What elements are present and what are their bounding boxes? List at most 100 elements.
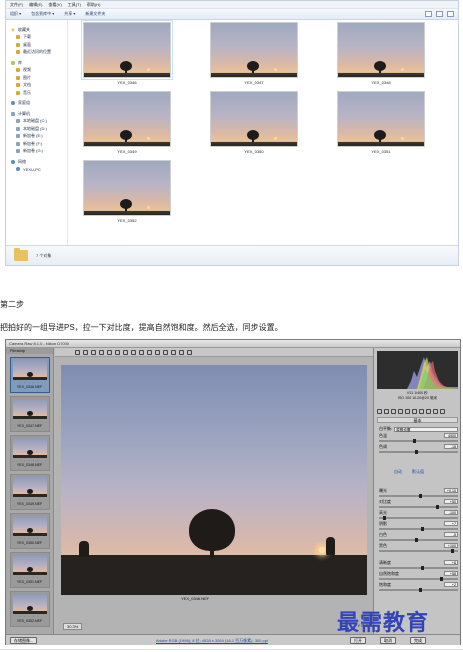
menu-item[interactable]: 文件(F) [10, 2, 23, 8]
camera-calibration-tab-icon[interactable] [426, 409, 431, 414]
hand-tool-icon[interactable] [83, 349, 88, 355]
nav-item[interactable]: 桌面 [6, 41, 67, 49]
toolbar-button[interactable]: 共享 ▾ [64, 11, 75, 17]
rotate-right-icon[interactable] [187, 349, 192, 355]
file-thumbnail[interactable]: YEX_0348 [325, 22, 437, 85]
filmstrip-item[interactable]: · · · · · YEX_0349.NEF [9, 474, 50, 510]
slider-value[interactable]: +8 [444, 560, 458, 565]
adjustment-slider[interactable]: 饱和度 +2 [379, 582, 458, 593]
slider-track[interactable] [379, 550, 458, 552]
slider-track[interactable] [379, 517, 458, 519]
slider-knob[interactable] [418, 494, 422, 498]
straighten-tool-icon[interactable] [123, 349, 128, 355]
slider-value[interactable]: +0.10 [444, 488, 458, 493]
slider-knob[interactable] [420, 527, 424, 531]
nav-item[interactable]: 图片 [6, 74, 67, 82]
nav-item[interactable]: YEXU-PC [6, 166, 67, 174]
slider-value[interactable]: +2 [444, 582, 458, 587]
effects-tab-icon[interactable] [419, 409, 424, 414]
nav-item[interactable]: 计算机 [6, 110, 67, 118]
filmstrip-item[interactable]: · · · · · YEX_0346.NEF [9, 357, 50, 393]
slider-knob[interactable] [451, 549, 455, 553]
preferences-icon[interactable] [171, 349, 176, 355]
slider-value[interactable]: -5 [444, 532, 458, 537]
toolbar-button[interactable]: 组织 ▾ [10, 11, 21, 17]
nav-item[interactable]: 本地磁盘 (C:) [6, 118, 67, 126]
slider-value[interactable]: -18 [444, 444, 458, 449]
workflow-options-link[interactable]: Adobe RGB (1998); 8 位; 4928 x 3264 (16.1… [156, 638, 268, 644]
graduated-filter-icon[interactable] [155, 349, 160, 355]
slider-value[interactable]: +58 [444, 571, 458, 576]
nav-item[interactable]: 网络 [6, 158, 67, 166]
adjustment-slider[interactable]: 高光 -100 [379, 510, 458, 521]
target-adjust-icon[interactable] [107, 349, 112, 355]
adjustment-slider[interactable]: 曝光 +0.10 [379, 488, 458, 499]
nav-item[interactable]: 文档 [6, 82, 67, 90]
adjustment-brush-icon[interactable] [147, 349, 152, 355]
slider-knob[interactable] [436, 505, 439, 509]
filmstrip-item[interactable]: · · · · · YEX_0348.NEF [9, 435, 50, 471]
presets-tab-icon[interactable] [433, 409, 438, 414]
nav-item[interactable]: 视频 [6, 67, 67, 75]
slider-knob[interactable] [382, 516, 386, 520]
slider-value[interactable]: -100 [444, 510, 458, 515]
slider-knob[interactable] [420, 566, 424, 570]
nav-item[interactable]: 新加卷 (E:) [6, 133, 67, 141]
lens-tab-icon[interactable] [412, 409, 417, 414]
slider-track[interactable] [379, 440, 458, 442]
file-thumbnail[interactable]: YEX_0347 [198, 22, 310, 85]
crop-tool-icon[interactable] [115, 349, 120, 355]
toolbar-button[interactable]: 包含到库中 ▾ [31, 11, 54, 17]
file-thumbnail[interactable]: YEX_0346 [71, 20, 183, 85]
slider-knob[interactable] [413, 439, 417, 443]
view-options-icon[interactable] [425, 11, 432, 17]
white-balance-select[interactable]: 原照设置 [394, 426, 458, 432]
hsl-tab-icon[interactable] [398, 409, 403, 414]
help-icon[interactable] [447, 11, 454, 17]
color-sampler-icon[interactable] [99, 349, 104, 355]
slider-knob[interactable] [415, 450, 419, 454]
nav-item[interactable]: 新加卷 (F:) [6, 140, 67, 148]
filmstrip-item[interactable]: · · · · · YEX_0350.NEF [9, 513, 50, 549]
slider-knob[interactable] [418, 588, 422, 592]
adjustment-slider[interactable]: 色温 4900 [379, 433, 458, 444]
slider-track[interactable] [379, 451, 458, 453]
filmstrip-label[interactable]: Filmstrip [6, 348, 53, 354]
adjustment-slider[interactable]: 黑色 +100 [379, 543, 458, 554]
preview-pane-icon[interactable] [436, 11, 443, 17]
slider-track[interactable] [379, 539, 458, 541]
open-button[interactable]: 打开 [350, 637, 366, 644]
file-thumbnail[interactable]: YEX_0351 [325, 91, 437, 154]
auto-link[interactable]: 自动 [394, 469, 402, 475]
nav-item[interactable]: 收藏夹 [6, 26, 67, 34]
file-thumbnail[interactable]: YEX_0350 [198, 91, 310, 154]
cancel-button[interactable]: 取消 [380, 637, 396, 644]
zoom-tool-icon[interactable] [75, 349, 80, 355]
detail-tab-icon[interactable] [391, 409, 396, 414]
filmstrip-item[interactable]: · · · · · YEX_0352.NEF [9, 591, 50, 627]
adjustment-slider[interactable]: 自然饱和度 +58 [379, 571, 458, 582]
slider-track[interactable] [379, 506, 458, 508]
nav-item[interactable]: 本地磁盘 (D:) [6, 125, 67, 133]
menu-item[interactable]: 查看(V) [48, 2, 61, 8]
photo-preview[interactable] [61, 365, 367, 595]
tone-curve-tab-icon[interactable] [384, 409, 389, 414]
adjustment-slider[interactable]: 白色 -5 [379, 532, 458, 543]
menu-item[interactable]: 工具(T) [68, 2, 81, 8]
adjustment-slider[interactable]: 阴影 +7 [379, 521, 458, 532]
adjustment-slider[interactable]: 对比度 +50 [379, 499, 458, 510]
rotate-left-icon[interactable] [179, 349, 184, 355]
toolbar-button[interactable]: 新建文件夹 [85, 11, 105, 17]
menu-item[interactable]: 帮助(H) [87, 2, 101, 8]
zoom-level-select[interactable]: 30.3% [63, 623, 83, 630]
nav-item[interactable]: 家庭组 [6, 100, 67, 108]
filmstrip-item[interactable]: · · · · · YEX_0351.NEF [9, 552, 50, 588]
split-toning-tab-icon[interactable] [405, 409, 410, 414]
menu-item[interactable]: 编辑(E) [29, 2, 42, 8]
file-thumbnail[interactable]: YEX_0352 [71, 160, 183, 223]
slider-track[interactable] [379, 567, 458, 569]
white-balance-tool-icon[interactable] [91, 349, 96, 355]
nav-item[interactable]: 最近访问的位置 [6, 49, 67, 57]
adjustment-slider[interactable]: 清晰度 +8 [379, 560, 458, 571]
file-thumbnail[interactable]: YEX_0349 [71, 91, 183, 154]
